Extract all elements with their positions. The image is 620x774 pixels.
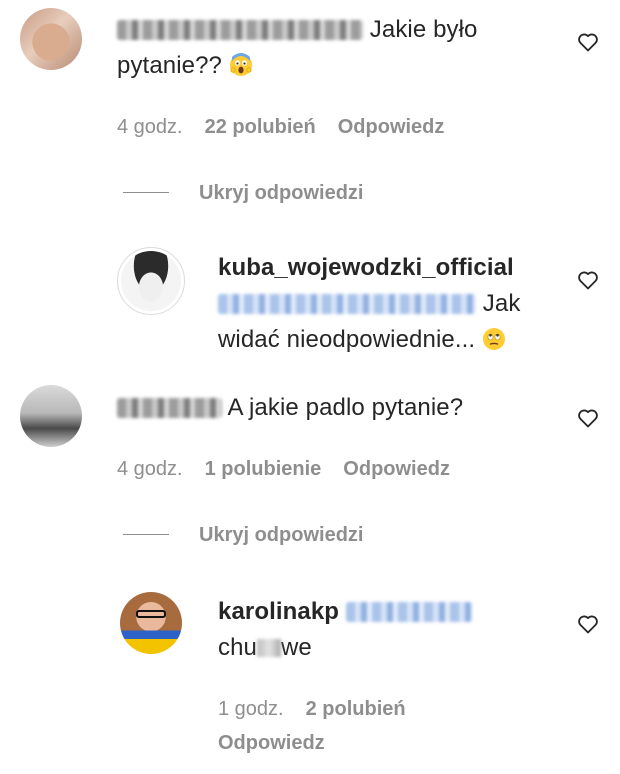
comment-body: A jakie padlo pytanie? [227, 394, 464, 421]
reply-button[interactable]: Odpowiedz [218, 732, 325, 754]
reply-body: chu [218, 634, 257, 661]
like-heart-icon[interactable] [576, 30, 600, 54]
comment-body: pytanie?? [117, 52, 222, 79]
reply-text: kuba_wojewodzki_official Jak widać nieod… [218, 250, 558, 358]
divider-line [123, 533, 169, 535]
divider-line [123, 191, 169, 193]
comments-thread: Jakie było pytanie?? 4 godz. 22 polubień O… [0, 0, 620, 774]
hide-replies-label: Ukryj odpowiedzi [199, 182, 364, 204]
reply-body: we [281, 634, 312, 661]
reply-body: widać nieodpowiednie... [218, 326, 476, 353]
avatar[interactable] [117, 247, 185, 315]
reply-username[interactable]: karolinakp [218, 598, 339, 625]
face-with-rolling-eyes-icon [482, 328, 505, 350]
blurred-mention[interactable] [345, 602, 472, 622]
blurred-username[interactable] [117, 398, 222, 418]
reply-body: Jak [482, 290, 521, 317]
hide-replies-button[interactable]: Ukryj odpowiedzi [123, 180, 363, 206]
comment-text: Jakie było pytanie?? [117, 12, 557, 84]
like-heart-icon[interactable] [576, 406, 600, 430]
reply-button[interactable]: Odpowiedz [338, 116, 445, 138]
likes-count[interactable]: 1 polubienie [205, 458, 322, 480]
censored-text [257, 639, 281, 657]
like-heart-icon[interactable] [576, 268, 600, 292]
comment-meta: 4 godz. 22 polubień Odpowiedz [117, 114, 466, 140]
comment-meta: 4 godz. 1 polubienie Odpowiedz [117, 456, 472, 482]
blurred-username[interactable] [117, 20, 363, 40]
avatar[interactable] [120, 592, 182, 654]
comment-time[interactable]: 4 godz. [117, 458, 183, 480]
avatar[interactable] [20, 8, 82, 70]
hide-replies-label: Ukryj odpowiedzi [199, 524, 364, 546]
reply-username[interactable]: kuba_wojewodzki_official [218, 254, 514, 281]
hide-replies-button[interactable]: Ukryj odpowiedzi [123, 522, 363, 548]
reply-text: karolinakp chu we [218, 594, 558, 666]
reply-meta: 1 godz. 2 polubień [218, 696, 428, 722]
avatar[interactable] [20, 385, 82, 447]
likes-count[interactable]: 2 polubień [306, 698, 406, 720]
likes-count[interactable]: 22 polubień [205, 116, 316, 138]
face-screaming-in-fear-icon [229, 53, 252, 76]
comment-body: Jakie było [369, 16, 478, 43]
reply-meta: Odpowiedz [218, 730, 347, 756]
like-heart-icon[interactable] [576, 612, 600, 636]
reply-button[interactable]: Odpowiedz [343, 458, 450, 480]
reply-time[interactable]: 1 godz. [218, 698, 284, 720]
comment-text: A jakie padlo pytanie? [117, 390, 557, 426]
comment-time[interactable]: 4 godz. [117, 116, 183, 138]
blurred-mention[interactable] [218, 294, 476, 314]
